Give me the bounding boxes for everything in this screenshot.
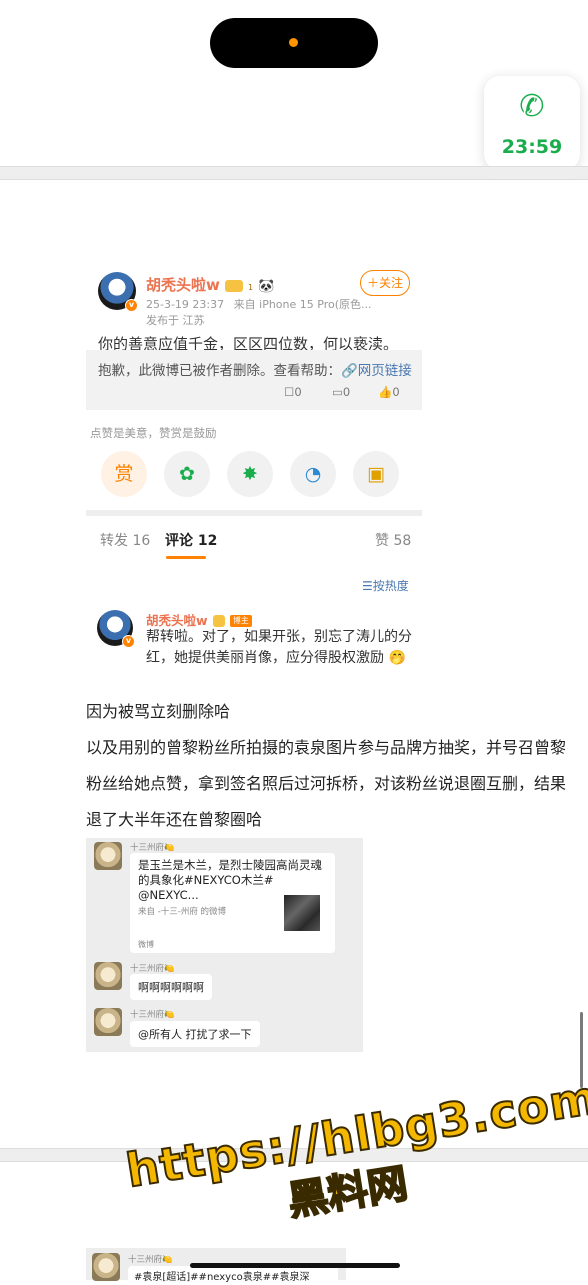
chat-sender-name: 十三州府🍋 bbox=[130, 964, 175, 974]
chat-avatar bbox=[92, 1253, 120, 1281]
active-tab-indicator bbox=[166, 556, 206, 559]
deleted-notice-text: 抱歉，此微博已被作者删除。查看帮助： bbox=[98, 363, 341, 379]
commenter-avatar[interactable]: v bbox=[97, 610, 135, 648]
panda-icon: 🐼 bbox=[258, 279, 275, 294]
author-badge: 博主 bbox=[229, 614, 252, 627]
chat-sender-name: 十三州府🍋 bbox=[130, 843, 175, 853]
comment-text: 帮转啦。对了，如果开张，别忘了涛儿的分红，她提供美丽肖像，应分得股权激励 🤭 bbox=[146, 629, 412, 666]
call-timer: 23:59 bbox=[501, 136, 563, 158]
dynamic-island bbox=[210, 18, 378, 68]
qq-share-button[interactable]: ◔ bbox=[290, 451, 336, 497]
home-indicator[interactable] bbox=[190, 1263, 400, 1268]
recording-dot bbox=[289, 38, 298, 47]
chat-message: 啊啊啊啊啊啊 bbox=[130, 974, 212, 1000]
post-source: 来自 iPhone 15 Pro(原色... bbox=[233, 298, 372, 311]
divider bbox=[86, 510, 422, 516]
tab-reposts[interactable]: 转发 16 bbox=[100, 530, 150, 550]
author-name[interactable]: 胡秃头啦w bbox=[146, 276, 220, 294]
vip-crown-icon bbox=[212, 614, 225, 627]
section-separator bbox=[0, 166, 588, 180]
verified-badge: v bbox=[125, 299, 138, 312]
watermark: https://hlbg3.com 黑料网 bbox=[121, 1069, 588, 1273]
comment-icon: ▭ bbox=[332, 385, 343, 399]
call-widget[interactable]: ✆ 23:59 bbox=[484, 76, 580, 170]
article-line-4: 退了大半年还在曾黎圈哈 bbox=[86, 810, 263, 829]
verified-badge: v bbox=[122, 635, 135, 648]
article-line-3: 粉丝给她点赞，拿到签名照后过河拆桥，对该粉丝说退圈互删，结果 bbox=[86, 774, 567, 793]
image-download-icon: ▣ bbox=[367, 463, 385, 485]
chat-sender-name: 十三州府🍋 bbox=[130, 1010, 175, 1020]
like-stat[interactable]: 👍0 bbox=[378, 385, 400, 399]
post-location: 发布于 江苏 bbox=[146, 314, 205, 327]
chat-screenshot: 十三州府🍋 是玉兰是木兰，是烈士陵园高尚灵魂的具象化#NEXYCO木兰# @NE… bbox=[86, 838, 363, 1052]
vip-level: 1 bbox=[248, 283, 254, 292]
card-thumbnail bbox=[284, 895, 320, 931]
sort-by-hot[interactable]: ☰按热度 bbox=[362, 577, 409, 594]
scrollbar[interactable] bbox=[580, 1012, 583, 1088]
wechat-icon: ✿ bbox=[179, 463, 195, 485]
deleted-repost-box: 抱歉，此微博已被作者删除。查看帮助：🔗网页链接 ☐0 ▭0 👍0 bbox=[86, 350, 422, 410]
moments-icon: ✸ bbox=[242, 463, 258, 485]
qq-icon: ◔ bbox=[304, 463, 322, 485]
tab-likes[interactable]: 赞 58 bbox=[375, 530, 411, 550]
comment-stat[interactable]: ▭0 bbox=[332, 385, 350, 399]
reward-tip: 点赞是美意，赞赏是鼓励 bbox=[90, 426, 217, 440]
shared-weibo-card: 是玉兰是木兰，是烈士陵园高尚灵魂的具象化#NEXYCO木兰# @NEXYC...… bbox=[130, 853, 335, 953]
reward-button[interactable]: 赏 bbox=[101, 451, 147, 497]
repost-stat[interactable]: ☐0 bbox=[284, 385, 302, 399]
follow-button[interactable]: ＋关注 bbox=[360, 270, 410, 296]
author-name-row: 胡秃头啦w 1 🐼 bbox=[146, 274, 274, 295]
wechat-share-button[interactable]: ✿ bbox=[164, 451, 210, 497]
author-avatar[interactable]: v bbox=[98, 272, 138, 312]
moments-share-button[interactable]: ✸ bbox=[227, 451, 273, 497]
article-line-1: 因为被骂立刻删除哈 bbox=[86, 702, 231, 721]
chat-avatar bbox=[94, 962, 122, 990]
article-line-2: 以及用别的曾黎粉丝所拍摄的袁泉图片参与品牌方抽奖，并号召曾黎 bbox=[86, 738, 567, 757]
repost-icon: ☐ bbox=[284, 385, 295, 399]
help-link[interactable]: 🔗网页链接 bbox=[341, 363, 412, 379]
post-meta: 25-3-19 23:37 来自 iPhone 15 Pro(原色... bbox=[146, 296, 372, 312]
comment-author[interactable]: 胡秃头啦w bbox=[146, 613, 208, 628]
deleted-notice: 抱歉，此微博已被作者删除。查看帮助：🔗网页链接 bbox=[98, 359, 412, 379]
chat-avatar bbox=[94, 1008, 122, 1036]
post-timestamp: 25-3-19 23:37 bbox=[146, 298, 225, 311]
vip-crown-icon bbox=[224, 279, 243, 292]
phone-icon: ✆ bbox=[519, 89, 545, 124]
save-image-button[interactable]: ▣ bbox=[353, 451, 399, 497]
chat-message: @所有人 打扰了求一下 bbox=[130, 1021, 260, 1047]
card-app-label: 微博 bbox=[138, 940, 154, 949]
chat-avatar bbox=[94, 842, 122, 870]
like-icon: 👍 bbox=[378, 385, 393, 399]
tab-comments[interactable]: 评论 12 bbox=[165, 530, 217, 550]
